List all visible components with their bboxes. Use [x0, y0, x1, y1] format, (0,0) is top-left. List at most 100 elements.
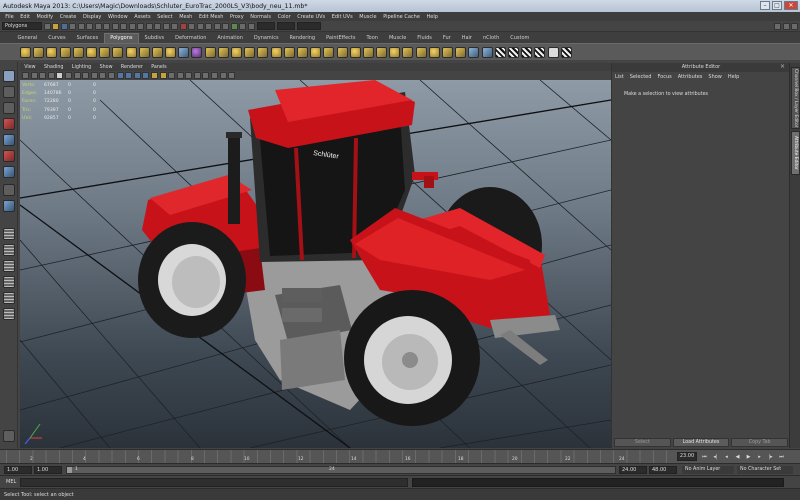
mask-icon[interactable] [111, 22, 119, 30]
insert-edge-loop-icon[interactable] [415, 46, 427, 58]
maximize-button[interactable]: □ [772, 1, 782, 10]
combine-icon[interactable] [178, 46, 190, 58]
separate-icon[interactable] [191, 46, 203, 58]
poly-cylinder-icon[interactable] [46, 46, 58, 58]
difference-icon[interactable] [244, 46, 256, 58]
merge-icon[interactable] [442, 46, 453, 58]
gate-mask-icon[interactable] [82, 72, 90, 79]
offset-edge-loop-icon[interactable] [428, 46, 440, 58]
grid-icon[interactable] [56, 72, 64, 79]
camera-icon[interactable] [22, 72, 29, 79]
smooth-icon[interactable] [217, 46, 229, 58]
resolution-gate-icon[interactable] [73, 72, 81, 79]
step-forward-key-icon[interactable]: ▸ [755, 453, 764, 461]
screen-space-ao-icon[interactable] [168, 72, 176, 79]
select-component-icon[interactable] [86, 22, 93, 30]
attr-menu-focus[interactable]: Focus [657, 74, 671, 80]
persp-graph-layout-icon[interactable] [3, 276, 15, 288]
snap-curve-icon[interactable] [188, 22, 195, 30]
intersection-icon[interactable] [257, 46, 269, 58]
time-slider[interactable]: 2 4 6 8 10 12 14 16 18 20 22 24 23.00 ⏮ … [0, 449, 800, 464]
mask-icon[interactable] [94, 22, 102, 30]
mirror-cut-icon[interactable] [283, 46, 295, 58]
cylindrical-mapping-icon[interactable] [481, 46, 493, 58]
checker-icon[interactable] [534, 46, 546, 58]
isolate-select-icon[interactable] [202, 72, 210, 79]
tab-toon[interactable]: Toon [361, 34, 384, 43]
attr-menu-attributes[interactable]: Attributes [678, 74, 703, 80]
wireframe-icon[interactable] [116, 72, 124, 79]
x-ray-icon[interactable] [211, 72, 219, 79]
safe-title-icon[interactable] [107, 72, 115, 79]
select-object-icon[interactable] [77, 22, 85, 30]
quadrangulate-icon[interactable] [349, 46, 361, 58]
extrude-icon[interactable] [362, 46, 374, 58]
tab-muscle[interactable]: Muscle [383, 34, 411, 43]
attr-menu-show[interactable]: Show [708, 74, 722, 80]
step-back-icon[interactable]: ◂| [711, 453, 720, 461]
viewport-menu-shading[interactable]: Shading [40, 65, 68, 70]
close-button[interactable]: ✕ [784, 1, 798, 10]
quick-layout-icon[interactable] [3, 430, 15, 442]
start-time-field[interactable]: 1.00 [4, 466, 32, 474]
mask-icon[interactable] [128, 22, 136, 30]
anim-layer-dropdown[interactable]: No Anim Layer [682, 466, 734, 474]
tab-channel-box[interactable]: Channel Box / Layer Editor [791, 67, 800, 129]
tab-deformation[interactable]: Deformation [170, 34, 212, 43]
mask-icon[interactable] [120, 22, 127, 30]
tab-ncloth[interactable]: nCloth [478, 34, 505, 43]
menu-mesh[interactable]: Mesh [176, 14, 196, 20]
uv-editor-icon[interactable] [547, 46, 559, 58]
checker-icon[interactable] [560, 46, 572, 58]
poly-cone-icon[interactable] [59, 46, 71, 58]
last-tool-icon[interactable] [3, 184, 15, 196]
bookmark-icon[interactable] [39, 72, 47, 79]
snap-grid-icon[interactable] [179, 22, 187, 30]
menu-select[interactable]: Select [154, 14, 176, 20]
mirror-icon[interactable] [270, 46, 282, 58]
poly-pyramid-icon[interactable] [112, 46, 124, 58]
split-polygon-icon[interactable] [402, 46, 414, 58]
range-slider[interactable]: 1 24 [66, 466, 616, 474]
mask-icon[interactable] [154, 22, 161, 30]
menu-set-dropdown[interactable]: Polygons [2, 22, 42, 30]
poly-plane-icon[interactable] [72, 46, 84, 58]
viewport-menu-view[interactable]: View [20, 65, 40, 70]
poly-sphere-icon[interactable] [20, 46, 31, 58]
toggle-panel-icon[interactable] [791, 22, 798, 30]
image-plane-icon[interactable] [47, 72, 55, 79]
toggle-panel-icon[interactable] [774, 22, 781, 30]
menu-normals[interactable]: Normals [247, 14, 274, 20]
append-polygon-icon[interactable] [389, 46, 401, 58]
camera-attributes-icon[interactable] [30, 72, 38, 79]
mask-icon[interactable] [171, 22, 178, 30]
film-gate-icon[interactable] [64, 72, 72, 79]
snap-point-icon[interactable] [196, 22, 204, 30]
multisample-icon[interactable] [185, 72, 193, 79]
viewport-menu-renderer[interactable]: Renderer [117, 65, 147, 70]
wireframe-on-shaded-icon[interactable] [133, 72, 141, 79]
mask-icon[interactable] [145, 22, 153, 30]
bridge-icon[interactable] [376, 46, 388, 58]
x-ray-joints-icon[interactable] [219, 72, 227, 79]
new-scene-icon[interactable] [43, 22, 51, 30]
load-attributes-button[interactable]: Load Attributes [672, 438, 730, 447]
tab-rendering[interactable]: Rendering [284, 34, 321, 43]
menu-muscle[interactable]: Muscle [356, 14, 380, 20]
checker-icon[interactable] [494, 46, 506, 58]
persp-outliner-layout-icon[interactable] [3, 260, 15, 272]
tab-hair[interactable]: Hair [456, 34, 477, 43]
copy-tab-button[interactable]: Copy Tab [731, 438, 789, 447]
rotate-tool-icon[interactable] [3, 134, 15, 146]
tab-animation[interactable]: Animation [212, 34, 249, 43]
menu-create-uvs[interactable]: Create UVs [294, 14, 328, 20]
select-tool-icon[interactable] [3, 70, 15, 82]
field-chart-icon[interactable] [90, 72, 98, 79]
poly-soccer-icon[interactable] [151, 46, 163, 58]
playback-end-field[interactable]: 24.00 [619, 466, 647, 474]
tab-fur[interactable]: Fur [437, 34, 456, 43]
menu-pipeline-cache[interactable]: Pipeline Cache [380, 14, 423, 20]
history-icon[interactable] [222, 22, 229, 30]
menu-create[interactable]: Create [56, 14, 79, 20]
snap-plane-icon[interactable] [205, 22, 212, 30]
